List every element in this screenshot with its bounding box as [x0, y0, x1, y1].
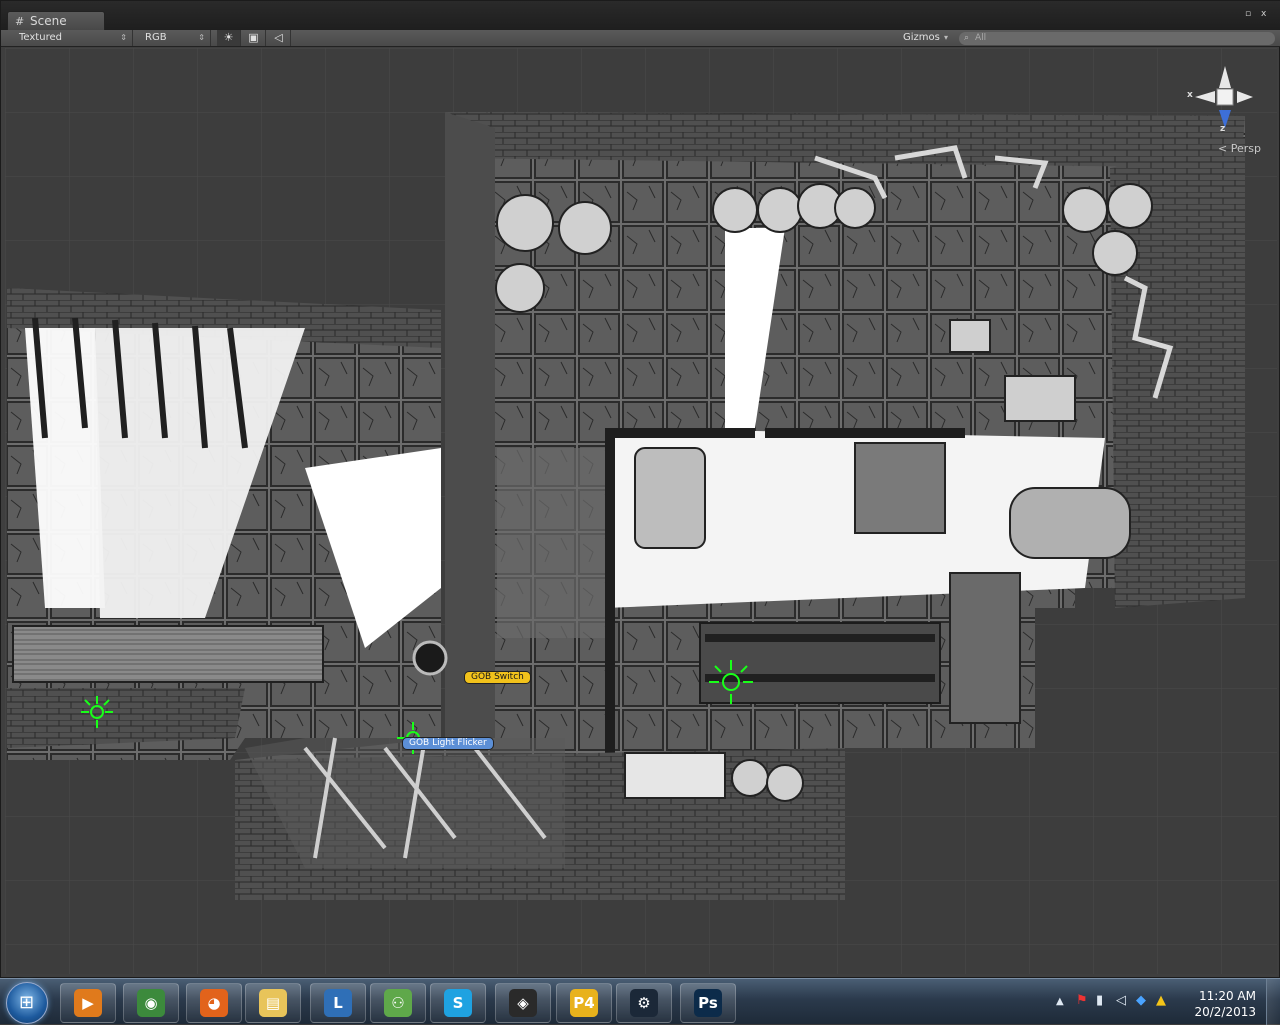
scene-window: # Scene ▫ x Textured ⇕ RGB ⇕ ☀ ▣ ◁ Gizmo…: [0, 0, 1280, 978]
p4-icon: P4: [570, 989, 598, 1017]
clock-date[interactable]: 20/2/2013: [1194, 1005, 1256, 1019]
windows-taskbar: ⊞ ▶ ◉ ◕ ▤ L ⚇ S ◈ P4 ⚙ Ps ▲ ⚑ ▮ ◁ ◆ ▲ 11:20 AM 20/…: [0, 978, 1280, 1025]
media-player-icon: ▶: [74, 989, 102, 1017]
lync-icon: L: [324, 989, 352, 1017]
draw-mode-value: Textured: [19, 32, 62, 43]
updown-arrow-icon: ⇕: [198, 33, 205, 42]
updown-arrow-icon: ⇕: [120, 33, 127, 42]
chevron-down-icon: ▾: [943, 33, 948, 42]
gob-light-flicker-label[interactable]: GOB Light Flicker: [402, 737, 494, 750]
axis-z-label: z: [1220, 124, 1226, 134]
axis-x-label: x: [1187, 90, 1193, 100]
maximize-button[interactable]: ▫: [1245, 9, 1251, 19]
gob-switch-label[interactable]: GOB Switch: [464, 671, 531, 684]
image-icon: ▣: [248, 31, 259, 44]
search-icon: ⌕: [964, 33, 970, 43]
folder-icon: ▤: [259, 989, 287, 1017]
scene-toolbar: Textured ⇕ RGB ⇕ ☀ ▣ ◁ Gizmos ▾ ⌕ All: [1, 30, 1280, 47]
network-icon[interactable]: ▮: [1096, 993, 1103, 1008]
scene-tab-label: Scene: [30, 14, 67, 28]
show-hidden-icons-icon[interactable]: ▲: [1056, 996, 1064, 1007]
gizmos-dropdown[interactable]: Gizmos ▾: [897, 30, 953, 46]
hierarchy-search-input[interactable]: ⌕ All: [959, 32, 1275, 45]
taskbar-app-messenger[interactable]: ⚇: [370, 983, 426, 1023]
taskbar-app-skype[interactable]: S: [430, 983, 486, 1023]
messenger-icon: ⚇: [384, 989, 412, 1017]
clock-time[interactable]: 11:20 AM: [1199, 989, 1256, 1003]
scene-overlay-toggle[interactable]: ▣: [242, 30, 266, 46]
chrome-icon: ◉: [137, 989, 165, 1017]
taskbar-app-chrome[interactable]: ◉: [123, 983, 179, 1023]
action-center-icon[interactable]: ⚑: [1076, 993, 1088, 1008]
taskbar-app-photoshop[interactable]: Ps: [680, 983, 736, 1023]
gizmos-label: Gizmos: [903, 32, 940, 43]
taskbar-app-folder[interactable]: ▤: [245, 983, 301, 1023]
show-desktop-button[interactable]: [1266, 979, 1280, 1025]
taskbar-app-media-player[interactable]: ▶: [60, 983, 116, 1023]
unity-icon: ◈: [509, 989, 537, 1017]
speaker-icon: ◁: [274, 31, 283, 44]
start-button[interactable]: ⊞: [6, 982, 48, 1024]
scene-render: [5, 48, 1277, 974]
search-placeholder: All: [975, 33, 987, 43]
firefox-icon: ◕: [200, 989, 228, 1017]
google-drive-icon[interactable]: ▲: [1156, 993, 1166, 1008]
skype-icon: S: [444, 989, 472, 1017]
scene-grid-icon: #: [15, 15, 25, 28]
scene-lighting-toggle[interactable]: ☀: [217, 30, 241, 46]
render-mode-value: RGB: [145, 32, 167, 43]
tab-scene[interactable]: # Scene: [7, 11, 105, 31]
taskbar-app-p4[interactable]: P4: [556, 983, 612, 1023]
dropbox-icon[interactable]: ◆: [1136, 993, 1146, 1008]
close-button[interactable]: x: [1261, 9, 1266, 19]
title-bar: # Scene ▫ x: [1, 1, 1280, 31]
taskbar-app-firefox[interactable]: ◕: [186, 983, 242, 1023]
draw-mode-dropdown[interactable]: Textured ⇕: [13, 30, 133, 46]
system-tray: ▲ ⚑ ▮ ◁ ◆ ▲ 11:20 AM 20/2/2013: [1050, 979, 1280, 1025]
audio-toggle[interactable]: ◁: [267, 30, 291, 46]
taskbar-app-lync[interactable]: L: [310, 983, 366, 1023]
volume-icon[interactable]: ◁: [1116, 993, 1126, 1008]
taskbar-app-unity[interactable]: ◈: [495, 983, 551, 1023]
sun-icon: ☀: [223, 31, 234, 44]
render-mode-dropdown[interactable]: RGB ⇕: [139, 30, 211, 46]
projection-label[interactable]: < Persp: [1218, 142, 1261, 155]
scene-viewport[interactable]: x z < Persp GOB Switch GOB Light Flicker: [5, 48, 1277, 974]
taskbar-app-steam[interactable]: ⚙: [616, 983, 672, 1023]
steam-icon: ⚙: [630, 989, 658, 1017]
windows-logo-icon: ⊞: [19, 992, 35, 1013]
left-room[interactable]: [7, 288, 441, 760]
window-controls: ▫ x: [1243, 7, 1273, 29]
photoshop-icon: Ps: [694, 989, 722, 1017]
